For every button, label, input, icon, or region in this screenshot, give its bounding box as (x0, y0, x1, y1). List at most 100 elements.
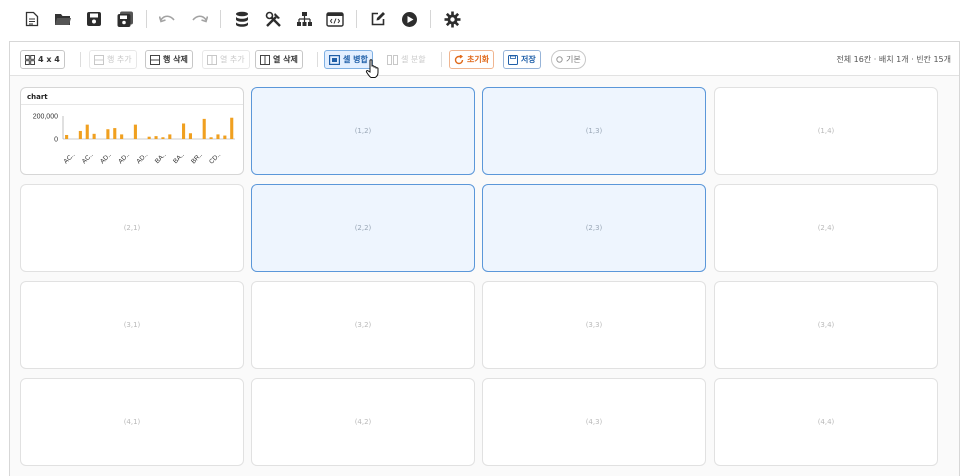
bar (78, 130, 82, 139)
cell-coordinate-label: (2,2) (354, 224, 372, 232)
split-cells-icon (387, 54, 398, 65)
cell-coordinate-label: (4,4) (817, 418, 835, 426)
x-tick-label: AD.. (135, 151, 149, 165)
cell-coordinate-label: (2,4) (817, 224, 835, 232)
toolbar-divider (441, 52, 442, 67)
delete-row-button[interactable]: 행 삭제 (145, 50, 193, 69)
bar (182, 123, 186, 139)
undo-icon[interactable] (158, 9, 178, 29)
bar (202, 118, 206, 140)
bar (106, 129, 110, 139)
open-folder-icon[interactable] (53, 9, 73, 29)
delete-column-button[interactable]: 열 삭제 (255, 50, 303, 69)
x-tick-label: AD.. (117, 151, 131, 165)
cell-coordinate-label: (3,1) (123, 321, 141, 329)
cell-coordinate-label: (3,3) (585, 321, 603, 329)
add-row-button[interactable]: 행 추가 (89, 50, 137, 69)
grid-cell[interactable]: (4,1) (20, 378, 244, 466)
add-column-label: 열 추가 (220, 55, 245, 64)
save-icon (508, 54, 518, 65)
bar (161, 137, 165, 139)
bar (154, 136, 158, 140)
grid-size-label: 4 x 4 (38, 55, 60, 64)
grid-cell[interactable]: (3,4) (714, 281, 938, 369)
save-as-icon[interactable] (115, 9, 135, 29)
bar (188, 133, 192, 139)
hand-cursor-icon (365, 59, 381, 82)
grid-cell[interactable]: (2,3) (482, 184, 706, 272)
grid-cell[interactable]: (3,1) (20, 281, 244, 369)
reset-button[interactable]: 초기화 (449, 50, 495, 69)
x-tick-label: BA.. (154, 151, 168, 165)
main-toolbar (22, 8, 473, 30)
hierarchy-icon[interactable] (294, 9, 314, 29)
grid-toolbar: 4 x 4 행 추가 행 삭제 열 추가 열 삭제 셀 병합 셀 분할 초기화 … (10, 42, 959, 78)
bar-chart: 200,000 0 AC.. AC.. AD.. AD.. AD.. BA.. BA.. BR..… (33, 114, 235, 166)
save-layout-button[interactable]: 저장 (503, 50, 541, 69)
code-icon[interactable] (325, 9, 345, 29)
edit-icon[interactable] (368, 9, 388, 29)
grid-cell[interactable]: (2,1) (20, 184, 244, 272)
bar (133, 124, 137, 140)
settings-icon[interactable] (442, 9, 462, 29)
circle-icon (556, 56, 563, 63)
x-tick-label: AC.. (63, 151, 77, 165)
cell-coordinate-label: (1,2) (354, 127, 372, 135)
y-tick-label: 200,000 (33, 114, 58, 121)
grid-cell[interactable]: (4,3) (482, 378, 706, 466)
grid-size-button[interactable]: 4 x 4 (20, 50, 65, 69)
default-button[interactable]: 기본 (551, 50, 586, 69)
new-file-icon[interactable] (22, 9, 42, 29)
bar (223, 135, 227, 139)
grid-cell[interactable]: (1,4) (714, 87, 938, 175)
bar (113, 128, 117, 139)
toolbar-divider (80, 52, 81, 67)
cell-coordinate-label: (4,3) (585, 418, 603, 426)
grid-cell[interactable]: (2,2) (251, 184, 475, 272)
toolbar-divider (220, 10, 221, 28)
bar (147, 136, 151, 139)
bar (85, 124, 89, 140)
x-tick-label: CD.. (208, 151, 222, 165)
cell-coordinate-label: (3,2) (354, 321, 372, 329)
split-cells-label: 셀 분할 (401, 55, 426, 64)
cell-coordinate-label: (4,2) (354, 418, 372, 426)
toolbar-divider (430, 10, 431, 28)
cell-coordinate-label: (4,1) (123, 418, 141, 426)
save-layout-label: 저장 (521, 55, 536, 64)
delete-column-label: 열 삭제 (273, 55, 298, 64)
bar (230, 117, 234, 139)
refresh-icon (454, 54, 464, 65)
add-column-button[interactable]: 열 추가 (202, 50, 250, 69)
redo-icon[interactable] (189, 9, 209, 29)
delete-row-label: 행 삭제 (163, 55, 188, 64)
grid-cell[interactable]: (3,2) (251, 281, 475, 369)
default-label: 기본 (566, 55, 581, 64)
grid-icon (25, 54, 35, 65)
cell-coordinate-label: (3,4) (817, 321, 835, 329)
grid-cell[interactable]: (3,3) (482, 281, 706, 369)
tools-icon[interactable] (263, 9, 283, 29)
cell-coordinate-label: (1,3) (585, 127, 603, 135)
grid-cell[interactable]: (2,4) (714, 184, 938, 272)
chart-title: chart (27, 93, 48, 101)
x-tick-label: BR.. (190, 151, 204, 165)
split-cells-button[interactable]: 셀 분할 (382, 50, 431, 69)
bar (65, 134, 69, 139)
grid-cell[interactable]: (1,2) (251, 87, 475, 175)
play-icon[interactable] (399, 9, 419, 29)
database-icon[interactable] (232, 9, 252, 29)
toolbar-divider (317, 52, 318, 67)
cell-coordinate-label: (1,4) (817, 127, 835, 135)
bar (209, 137, 213, 139)
bar (168, 134, 172, 139)
grid-cell[interactable]: (1,3) (482, 87, 706, 175)
layout-editor-panel: 4 x 4 행 추가 행 삭제 열 추가 열 삭제 셀 병합 셀 분할 초기화 … (9, 41, 960, 476)
grid-status-text: 전체 16칸 · 배치 1개 · 빈칸 15개 (836, 55, 951, 64)
bar (216, 134, 220, 139)
grid-cell[interactable]: (4,4) (714, 378, 938, 466)
x-tick-label: AC.. (81, 151, 95, 165)
chart-cell[interactable]: chart 200,000 0 AC.. AC.. AD.. AD.. AD.. BA.. BA.… (20, 87, 244, 175)
grid-cell[interactable]: (4,2) (251, 378, 475, 466)
save-icon[interactable] (84, 9, 104, 29)
